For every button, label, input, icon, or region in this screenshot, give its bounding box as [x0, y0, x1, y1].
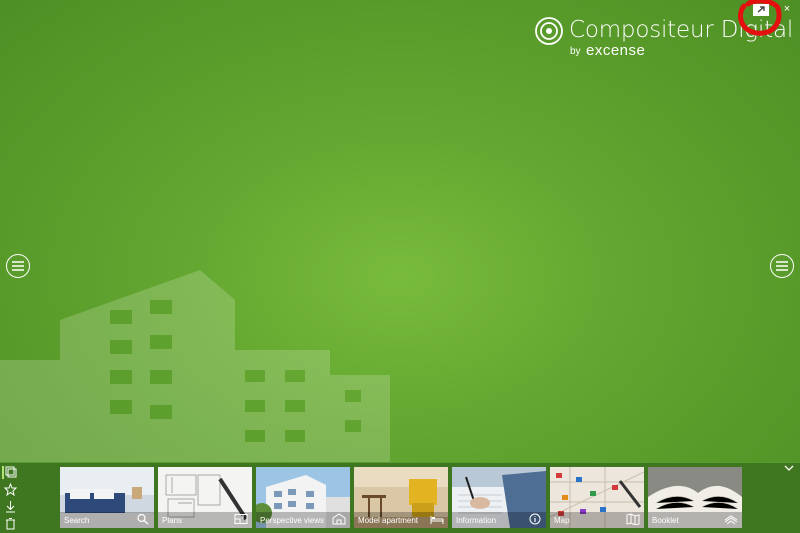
- left-toolbar: [0, 462, 22, 533]
- collapse-chevron-icon[interactable]: [782, 462, 796, 474]
- right-menu-button[interactable]: [770, 254, 794, 278]
- brand: Compositeur Digital UX by excense: [534, 15, 800, 65]
- bed-icon: [430, 516, 444, 524]
- tile-search[interactable]: Search: [60, 467, 154, 528]
- tile-map[interactable]: Map: [550, 467, 644, 528]
- tile-label: Information: [456, 516, 497, 525]
- menu-icon: [12, 261, 24, 271]
- tile-label: Booklet: [652, 516, 679, 525]
- info-icon: [529, 513, 541, 525]
- copy-icon[interactable]: [2, 466, 17, 479]
- brand-by: by: [570, 46, 581, 57]
- tile-label: Perspective views: [260, 516, 325, 525]
- tile-plans[interactable]: Plans: [158, 467, 252, 528]
- map-icon: [626, 513, 640, 525]
- book-icon: [724, 515, 738, 525]
- compositeur-logo-icon: [535, 17, 563, 45]
- download-icon[interactable]: [4, 500, 17, 513]
- menu-icon: [776, 261, 788, 271]
- plan-icon: [234, 514, 248, 524]
- tile-perspective-views[interactable]: Perspective views: [256, 467, 350, 528]
- tile-booklet[interactable]: Booklet: [648, 467, 742, 528]
- tile-information[interactable]: Information: [452, 467, 546, 528]
- brand-subtitle: excense: [586, 42, 646, 59]
- close-button[interactable]: ×: [780, 2, 794, 16]
- tile-label: Search: [64, 516, 90, 525]
- building-background: [0, 270, 390, 462]
- search-icon: [137, 513, 149, 525]
- tile-model-apartment[interactable]: Model apartment: [354, 467, 448, 528]
- tile-label: Plans: [162, 516, 183, 525]
- brand-title: Compositeur Digital UX: [569, 17, 800, 43]
- star-icon[interactable]: [4, 483, 17, 496]
- trash-icon[interactable]: [4, 517, 17, 530]
- building-icon: [332, 513, 346, 525]
- left-menu-button[interactable]: [6, 254, 30, 278]
- minimize-icon: [753, 4, 769, 16]
- tile-label: Map: [554, 516, 570, 525]
- minimize-button[interactable]: [752, 2, 770, 18]
- content-tiles: Search Plans Perspective views Model apa…: [60, 467, 742, 528]
- tile-label: Model apartment: [358, 516, 419, 525]
